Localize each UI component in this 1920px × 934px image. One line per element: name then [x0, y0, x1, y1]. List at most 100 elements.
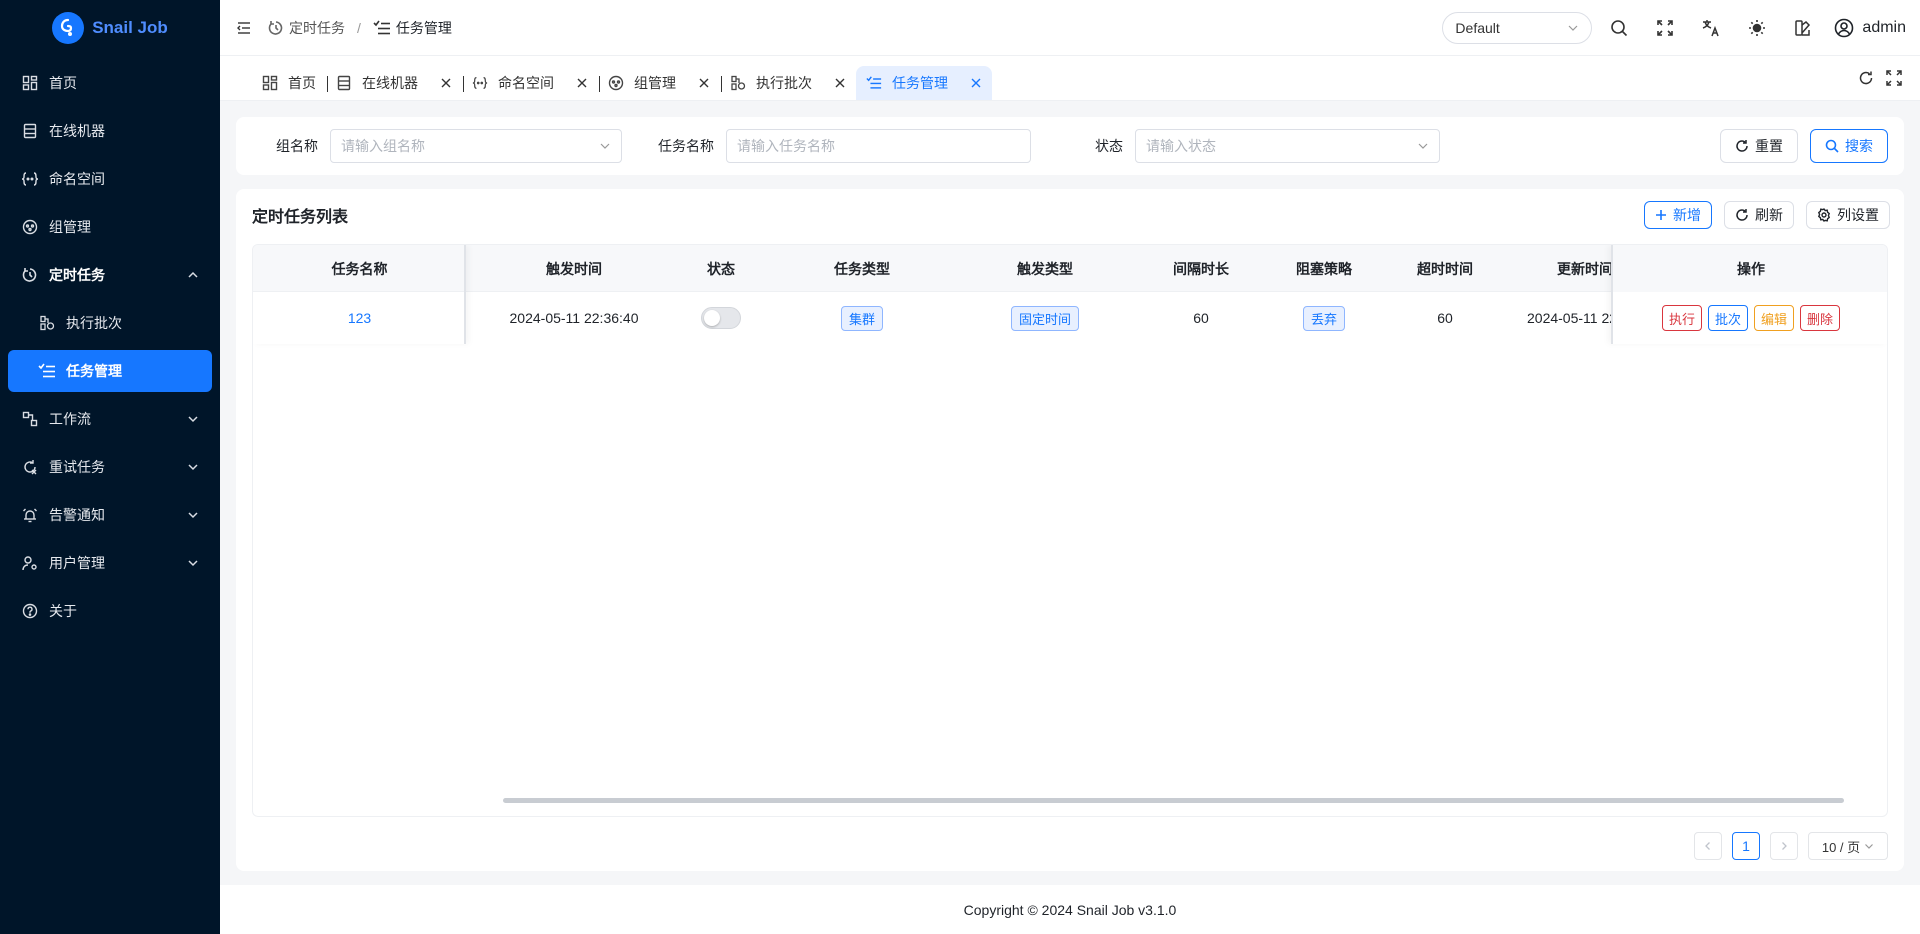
namespace-select-value: Default [1455, 19, 1500, 36]
status-placeholder: 请输入状态 [1146, 138, 1216, 154]
add-label: 新增 [1673, 207, 1701, 223]
column-header-task-type[interactable]: 任务类型 [792, 245, 932, 292]
column-header-status[interactable]: 状态 [671, 245, 771, 292]
tab-namespace[interactable]: 命名空间 [462, 66, 600, 100]
braces-icon [472, 75, 488, 91]
task-list-icon [38, 362, 56, 380]
sidebar-item-execution-batches[interactable]: 执行批次 [8, 302, 212, 344]
task-name-input[interactable]: 请输入任务名称 [726, 129, 1031, 163]
task-type-cell: 集群 [792, 292, 932, 344]
column-header-timeout[interactable]: 超时时间 [1380, 245, 1510, 292]
chevron-left-icon [1703, 841, 1713, 851]
group-name-select[interactable]: 请输入组名称 [330, 129, 622, 163]
prev-page-button[interactable] [1694, 832, 1722, 860]
app-name: Snail Job [92, 18, 168, 37]
close-icon[interactable] [834, 77, 846, 89]
column-header-interval[interactable]: 间隔时长 [1145, 245, 1257, 292]
search-button[interactable] [1600, 9, 1638, 47]
main-content: 组名称 请输入组名称 任务名称 请输入任务名称 状态 请输入状态 重置 搜索 定… [220, 101, 1920, 885]
sidebar-item-retry-tasks[interactable]: 重试任务 [8, 446, 212, 488]
theme-toggle-button[interactable] [1738, 9, 1776, 47]
sidebar-item-label: 命名空间 [49, 171, 105, 187]
search-actions: 重置 搜索 [1720, 129, 1888, 163]
tab-label: 首页 [288, 75, 316, 91]
close-icon[interactable] [698, 77, 710, 89]
tab-home[interactable]: 首页 [252, 66, 328, 100]
search-label: 搜索 [1845, 138, 1873, 154]
close-icon[interactable] [440, 77, 452, 89]
fullscreen-button[interactable] [1646, 9, 1684, 47]
close-icon[interactable] [576, 77, 588, 89]
breadcrumb-item-scheduled-tasks[interactable]: 定时任务 [268, 18, 345, 38]
menu-fold-icon [236, 20, 252, 36]
tab-execution-batches[interactable]: 执行批次 [720, 66, 856, 100]
page-button-current[interactable]: 1 [1732, 832, 1760, 860]
column-header-trigger-time[interactable]: 触发时间 [503, 245, 645, 292]
sidebar-item-home[interactable]: 首页 [8, 62, 212, 104]
column-settings-button[interactable]: 列设置 [1806, 201, 1890, 229]
trigger-time-cell: 2024-05-11 22:36:40 [509, 310, 639, 326]
search-submit-button[interactable]: 搜索 [1810, 129, 1888, 163]
refresh-icon [1735, 139, 1749, 153]
menu-collapse-button[interactable] [220, 20, 268, 36]
add-task-button[interactable]: 新增 [1644, 201, 1712, 229]
chevron-up-icon [187, 269, 199, 281]
theme-config-button[interactable] [1784, 9, 1822, 47]
user-menu[interactable]: admin [1834, 18, 1906, 38]
chevron-right-icon [1779, 841, 1789, 851]
sidebar-item-workflow[interactable]: 工作流 [8, 398, 212, 440]
dashboard-icon [21, 74, 39, 92]
search-icon [1825, 139, 1839, 153]
reset-button[interactable]: 重置 [1720, 129, 1798, 163]
chevron-down-icon [187, 509, 199, 521]
sidebar-item-label: 用户管理 [49, 555, 105, 571]
reload-tab-button[interactable] [1858, 70, 1874, 86]
app-logo[interactable]: Snail Job [0, 0, 220, 56]
translate-icon [1702, 19, 1720, 37]
tab-label: 组管理 [634, 75, 676, 91]
chevron-down-icon [1567, 22, 1579, 34]
page-size-select[interactable]: 10 / 页 [1808, 832, 1888, 860]
column-settings-label: 列设置 [1837, 207, 1879, 223]
batch-icon [38, 314, 56, 332]
batch-icon [730, 75, 746, 91]
sidebar-item-alert-notifications[interactable]: 告警通知 [8, 494, 212, 536]
chevron-down-icon [599, 140, 611, 152]
breadcrumb-item-task-management[interactable]: 任务管理 [373, 18, 452, 38]
sidebar-item-user-management[interactable]: 用户管理 [8, 542, 212, 584]
tab-task-management[interactable]: 任务管理 [856, 66, 992, 100]
trigger-type-tag: 固定时间 [1010, 305, 1079, 331]
sidebar-item-task-management[interactable]: 任务管理 [8, 350, 212, 392]
table-actions: 新增 刷新 列设置 [1644, 201, 1890, 229]
tab-label: 命名空间 [498, 75, 554, 91]
status-select[interactable]: 请输入状态 [1135, 129, 1440, 163]
status-field: 状态 请输入状态 [1095, 129, 1440, 163]
tab-group-management[interactable]: 组管理 [598, 66, 722, 100]
breadcrumb: 定时任务 / 任务管理 [268, 18, 452, 38]
language-button[interactable] [1692, 9, 1730, 47]
tab-online-machines[interactable]: 在线机器 [326, 66, 464, 100]
sidebar-item-about[interactable]: 关于 [8, 590, 212, 632]
user-avatar-icon [1834, 18, 1854, 38]
status-toggle[interactable] [701, 307, 741, 329]
task-list-icon [373, 20, 391, 36]
refresh-table-button[interactable]: 刷新 [1724, 201, 1794, 229]
horizontal-scrollbar[interactable] [503, 798, 1844, 803]
dashboard-icon [262, 75, 278, 91]
breadcrumb-separator: / [357, 19, 361, 36]
column-header-trigger-type[interactable]: 触发类型 [970, 245, 1120, 292]
chevron-down-icon [1417, 140, 1429, 152]
next-page-button[interactable] [1770, 832, 1798, 860]
breadcrumb-label: 定时任务 [289, 19, 345, 36]
sidebar-item-online-machines[interactable]: 在线机器 [8, 110, 212, 152]
workflow-icon [21, 410, 39, 428]
column-header-block-strategy[interactable]: 阻塞策略 [1268, 245, 1380, 292]
namespace-select[interactable]: Default [1442, 11, 1593, 44]
sidebar-item-group-management[interactable]: 组管理 [8, 206, 212, 248]
close-icon[interactable] [970, 77, 982, 89]
sidebar-item-namespace[interactable]: 命名空间 [8, 158, 212, 200]
refresh-icon [1735, 208, 1749, 222]
maximize-content-button[interactable] [1886, 69, 1902, 86]
sidebar-item-scheduled-tasks[interactable]: 定时任务 [8, 254, 212, 296]
timer-task-icon [21, 266, 39, 284]
